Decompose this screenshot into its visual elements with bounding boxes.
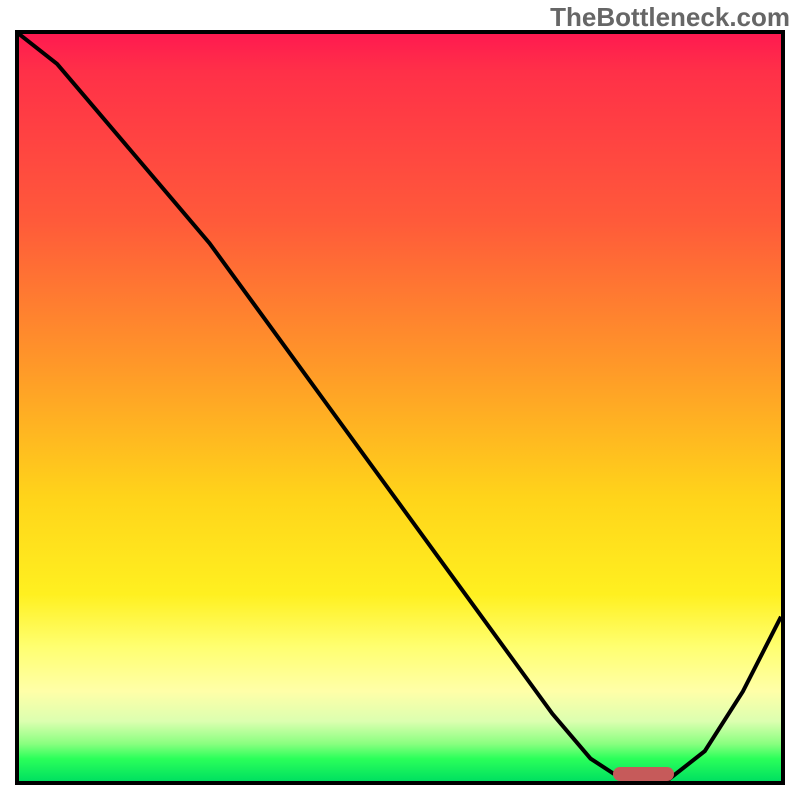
- plot-area: [15, 30, 785, 785]
- watermark-text: TheBottleneck.com: [550, 2, 790, 33]
- optimal-range-marker: [613, 767, 674, 781]
- chart-svg: [19, 34, 781, 781]
- chart-container: TheBottleneck.com: [0, 0, 800, 800]
- bottleneck-curve: [19, 34, 781, 781]
